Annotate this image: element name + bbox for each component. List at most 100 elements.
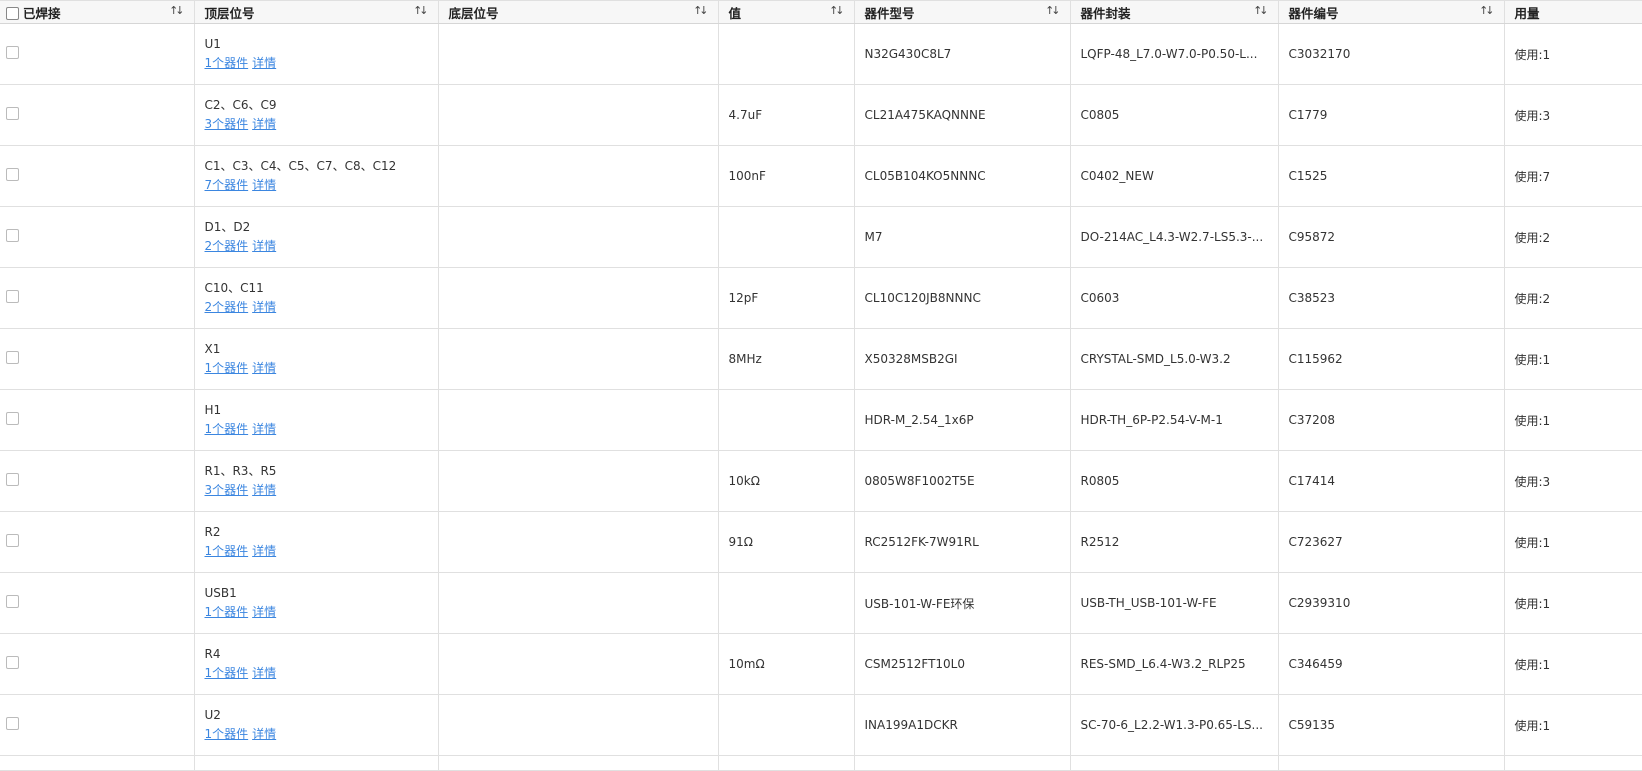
soldered-checkbox[interactable]	[6, 168, 19, 181]
column-header-value[interactable]: 值 ↑↓	[718, 0, 855, 24]
column-label: 顶层位号	[204, 5, 255, 21]
device-count-link[interactable]: 1个器件	[205, 422, 249, 436]
sort-arrows-icon[interactable]: ↑↓	[413, 4, 429, 17]
detail-link[interactable]: 详情	[252, 544, 276, 558]
column-header-model[interactable]: 器件型号 ↑↓	[854, 0, 1071, 24]
sort-arrows-icon[interactable]: ↑↓	[1253, 4, 1269, 17]
column-header-code[interactable]: 器件编号 ↑↓	[1278, 0, 1505, 24]
soldered-cell[interactable]	[0, 633, 195, 695]
select-all-checkbox[interactable]	[6, 6, 19, 20]
device-count-link[interactable]: 7个器件	[205, 178, 249, 192]
sort-arrows-icon[interactable]: ↑↓	[693, 4, 709, 17]
sort-arrows-icon[interactable]: ↑↓	[169, 4, 185, 17]
soldered-cell[interactable]	[0, 145, 195, 207]
top-designator-cell: X1 1个器件 详情	[194, 328, 439, 390]
top-designator: R1、R3、R5	[204, 464, 277, 478]
table-row[interactable]: C10、C11 2个器件 详情 12pF CL10C120JB8NNNC C0603 C38…	[0, 267, 1642, 329]
table-row[interactable]: H1 1个器件 详情 HDR-M_2.54_1x6P HDR-TH_6P-P2.54-V…	[0, 389, 1642, 451]
bom-table: 已焊接 ↑↓ 顶层位号 ↑↓ 底层位号 ↑↓ 值 ↑↓ 器件型号 ↑↓ 器件封装 ↑↓ 器件…	[0, 0, 1642, 771]
top-designator-cell: USB1 1个器件 详情	[194, 572, 439, 634]
soldered-cell[interactable]	[0, 389, 195, 451]
value-cell	[718, 389, 855, 451]
detail-link[interactable]: 详情	[252, 56, 276, 70]
table-row[interactable]: C1、C3、C4、C5、C7、C8、C12 7个器件 详情 100nF CL05B104…	[0, 145, 1642, 207]
soldered-checkbox[interactable]	[6, 351, 19, 364]
table-row[interactable]: D1、D2 2个器件 详情 M7 DO-214AC_L4.3-W2.7-LS5.3-..…	[0, 206, 1642, 268]
detail-link[interactable]: 详情	[252, 422, 276, 436]
soldered-cell[interactable]	[0, 450, 195, 512]
table-row[interactable]: R4 1个器件 详情 10mΩ CSM2512FT10L0 RES-SMD_L6.4-W3…	[0, 633, 1642, 695]
sort-arrows-icon[interactable]: ↑↓	[1479, 4, 1495, 17]
soldered-checkbox[interactable]	[6, 595, 19, 608]
model-cell: HDR-M_2.54_1x6P	[854, 389, 1071, 451]
detail-link[interactable]: 详情	[252, 666, 276, 680]
sort-arrows-icon[interactable]: ↑↓	[1045, 4, 1061, 17]
usage-cell: 使用:1	[1504, 328, 1642, 390]
device-count-link[interactable]: 1个器件	[205, 361, 249, 375]
detail-link[interactable]: 详情	[252, 239, 276, 253]
column-header-top[interactable]: 顶层位号 ↑↓	[194, 0, 439, 24]
soldered-cell[interactable]	[0, 572, 195, 634]
soldered-cell[interactable]	[0, 328, 195, 390]
detail-link[interactable]: 详情	[252, 605, 276, 619]
soldered-checkbox[interactable]	[6, 107, 19, 120]
table-row[interactable]: U1 1个器件 详情 N32G430C8L7 LQFP-48_L7.0-W7.0-P0.…	[0, 23, 1642, 85]
soldered-checkbox[interactable]	[6, 290, 19, 303]
soldered-cell[interactable]	[0, 206, 195, 268]
device-count-link[interactable]: 2个器件	[205, 239, 249, 253]
column-header-soldered[interactable]: 已焊接 ↑↓	[0, 0, 195, 24]
package-cell: LQFP-48_L7.0-W7.0-P0.50-L...	[1070, 23, 1279, 85]
column-header-bottom[interactable]: 底层位号 ↑↓	[438, 0, 719, 24]
soldered-checkbox[interactable]	[6, 656, 19, 669]
table-row[interactable]: U2 1个器件 详情 INA199A1DCKR SC-70-6_L2.2-W1.3-P0…	[0, 694, 1642, 756]
device-count-link[interactable]: 1个器件	[205, 727, 249, 741]
sort-arrows-icon[interactable]: ↑↓	[829, 4, 845, 17]
value-cell	[718, 206, 855, 268]
bottom-designator-cell	[438, 389, 719, 451]
soldered-cell[interactable]	[0, 84, 195, 146]
column-header-package[interactable]: 器件封装 ↑↓	[1070, 0, 1279, 24]
bottom-designator-cell	[438, 328, 719, 390]
device-count-link[interactable]: 2个器件	[205, 300, 249, 314]
code-cell: C3032170	[1278, 23, 1505, 85]
soldered-cell[interactable]	[0, 694, 195, 756]
model-cell: INA199A1DCKR	[854, 694, 1071, 756]
soldered-cell[interactable]	[0, 23, 195, 85]
table-row[interactable]	[0, 755, 1642, 771]
detail-link[interactable]: 详情	[252, 178, 276, 192]
device-count-link[interactable]: 1个器件	[205, 605, 249, 619]
code-cell: C115962	[1278, 328, 1505, 390]
detail-link[interactable]: 详情	[252, 117, 276, 131]
device-count-link[interactable]: 1个器件	[205, 56, 249, 70]
detail-link[interactable]: 详情	[252, 300, 276, 314]
model-cell: M7	[854, 206, 1071, 268]
detail-link[interactable]: 详情	[252, 727, 276, 741]
soldered-checkbox[interactable]	[6, 717, 19, 730]
usage-cell: 使用:1	[1504, 511, 1642, 573]
detail-link[interactable]: 详情	[252, 361, 276, 375]
value-cell: 4.7uF	[718, 84, 855, 146]
detail-link[interactable]: 详情	[252, 483, 276, 497]
soldered-checkbox[interactable]	[6, 412, 19, 425]
device-count-link[interactable]: 1个器件	[205, 544, 249, 558]
soldered-cell[interactable]	[0, 511, 195, 573]
soldered-checkbox[interactable]	[6, 46, 19, 59]
soldered-cell[interactable]	[0, 267, 195, 329]
table-row[interactable]: R1、R3、R5 3个器件 详情 10kΩ 0805W8F1002T5E R0805 C17…	[0, 450, 1642, 512]
soldered-checkbox[interactable]	[6, 534, 19, 547]
package-cell: C0805	[1070, 84, 1279, 146]
package-cell: C0402_NEW	[1070, 145, 1279, 207]
device-count-link[interactable]: 3个器件	[205, 483, 249, 497]
top-designator: X1	[204, 342, 221, 356]
model-cell: USB-101-W-FE环保	[854, 572, 1071, 634]
table-row[interactable]: R2 1个器件 详情 91Ω RC2512FK-7W91RL R2512 C723627 使用…	[0, 511, 1642, 573]
table-row[interactable]: C2、C6、C9 3个器件 详情 4.7uF CL21A475KAQNNNE C0805 C…	[0, 84, 1642, 146]
device-count-link[interactable]: 1个器件	[205, 666, 249, 680]
value-cell: 12pF	[718, 267, 855, 329]
table-row[interactable]: X1 1个器件 详情 8MHz X50328MSB2GI CRYSTAL-SMD_L5.0…	[0, 328, 1642, 390]
soldered-checkbox[interactable]	[6, 229, 19, 242]
value-cell: 10mΩ	[718, 633, 855, 695]
table-row[interactable]: USB1 1个器件 详情 USB-101-W-FE环保 USB-TH_USB-101-W…	[0, 572, 1642, 634]
soldered-checkbox[interactable]	[6, 473, 19, 486]
device-count-link[interactable]: 3个器件	[205, 117, 249, 131]
